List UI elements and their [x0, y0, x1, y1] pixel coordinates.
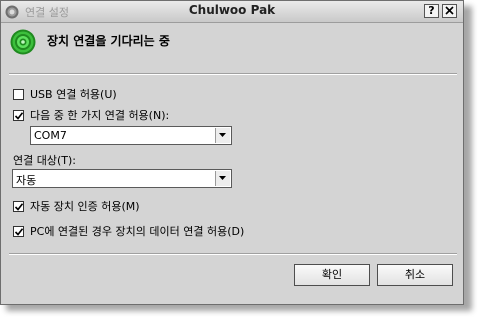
allow-data-label: PC에 연결된 경우 장치의 데이터 연결 허용(D) — [30, 225, 245, 238]
target-select-value: 자동 — [16, 174, 37, 187]
allow-data-checkbox[interactable] — [13, 225, 24, 237]
close-icon — [445, 6, 454, 15]
status-text: 장치 연결을 기다리는 중 — [47, 34, 170, 48]
allow-usb-checkbox[interactable] — [13, 88, 24, 100]
allow-one-of-label: 다음 중 한 가지 연결 허용(N): — [30, 109, 170, 122]
chevron-down-icon — [219, 176, 226, 180]
connection-status-icon — [10, 29, 36, 55]
ok-button[interactable]: 확인 — [294, 264, 370, 286]
close-button[interactable] — [442, 4, 457, 18]
port-select[interactable]: COM7 — [30, 126, 232, 145]
checkmark-icon — [14, 111, 24, 120]
cancel-button[interactable]: 취소 — [377, 264, 453, 286]
allow-usb-label: USB 연결 허용(U) — [30, 88, 117, 101]
port-select-value: COM7 — [34, 129, 67, 142]
allow-one-of-option[interactable]: 다음 중 한 가지 연결 허용(N): — [13, 108, 169, 122]
checkmark-icon — [14, 227, 24, 236]
chevron-down-icon — [219, 133, 226, 137]
connection-settings-dialog: 연결 설정 Chulwoo Pak ? 장치 연결을 기다리는 중 USB 연결… — [0, 0, 464, 305]
auto-auth-label: 자동 장치 인증 허용(M) — [30, 200, 140, 213]
target-label: 연결 대상(T): — [13, 154, 76, 167]
port-dropdown-button[interactable] — [215, 128, 230, 143]
allow-data-option[interactable]: PC에 연결된 경우 장치의 데이터 연결 허용(D) — [13, 224, 244, 238]
title-bar[interactable]: 연결 설정 Chulwoo Pak ? — [1, 1, 463, 23]
allow-usb-option[interactable]: USB 연결 허용(U) — [13, 87, 117, 101]
auto-auth-checkbox[interactable] — [13, 200, 24, 212]
owner-name: Chulwoo Pak — [188, 3, 276, 17]
divider-bottom — [9, 253, 457, 255]
checkmark-icon — [14, 202, 24, 211]
allow-one-of-checkbox[interactable] — [13, 109, 24, 121]
help-button[interactable]: ? — [424, 4, 439, 18]
divider-top — [9, 73, 457, 75]
auto-auth-option[interactable]: 자동 장치 인증 허용(M) — [13, 199, 140, 213]
target-select[interactable]: 자동 — [12, 169, 232, 188]
target-dropdown-button[interactable] — [215, 171, 230, 186]
